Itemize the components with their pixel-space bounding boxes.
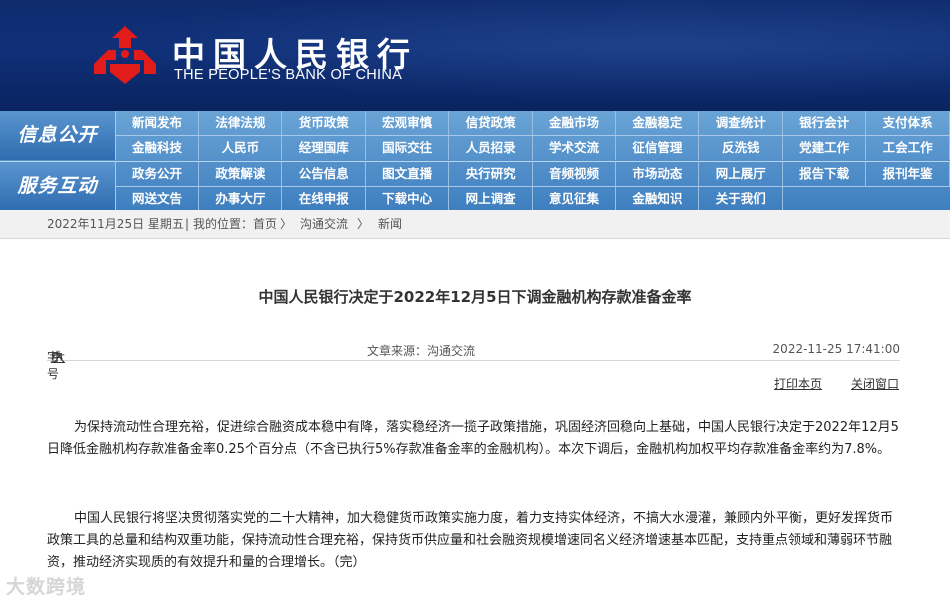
nav-item-info-0[interactable]: 新闻发布 (116, 111, 199, 135)
nav-item-info2-3[interactable]: 国际交往 (366, 136, 450, 160)
nav-item-info2-4[interactable]: 人员招录 (450, 136, 533, 160)
breadcrumb-separator: 〉 (280, 217, 293, 231)
nav-item-svc-0[interactable]: 政务公开 (116, 162, 199, 186)
breadcrumb: 2022年11月25日 星期五 | 我的位置：首页 〉 沟通交流 〉 新闻 (0, 210, 950, 239)
nav-item-svc2-2[interactable]: 在线申报 (283, 187, 366, 211)
nav-item-svc-1[interactable]: 政策解读 (199, 162, 283, 186)
current-date: 2022年11月25日 星期五 (47, 217, 184, 231)
nav-item-info-2[interactable]: 货币政策 (283, 111, 366, 135)
main-navigation: 信息公开 新闻发布 法律法规 货币政策 宏观审慎 信贷政策 金融市场 金融稳定 调查统计 银行会… (0, 111, 950, 211)
nav-item-info2-9[interactable]: 工会工作 (867, 136, 950, 160)
nav-item-svc-7[interactable]: 网上展厅 (700, 162, 783, 186)
nav-item-svc-3[interactable]: 图文直播 (366, 162, 450, 186)
nav-item-info-9[interactable]: 支付体系 (867, 111, 950, 135)
nav-item-info2-8[interactable]: 党建工作 (783, 136, 867, 160)
article-datetime: 2022-11-25 17:41:00 (772, 342, 900, 356)
nav-item-info-6[interactable]: 金融稳定 (616, 111, 700, 135)
breadcrumb-separator: 〉 (357, 217, 370, 231)
nav-item-info-8[interactable]: 银行会计 (783, 111, 867, 135)
nav-item-svc-6[interactable]: 市场动态 (616, 162, 700, 186)
nav-item-info-1[interactable]: 法律法规 (199, 111, 283, 135)
nav-item-info2-1[interactable]: 人民币 (199, 136, 283, 160)
nav-item-svc2-3[interactable]: 下载中心 (366, 187, 450, 211)
nav-item-svc-9[interactable]: 报刊年鉴 (867, 162, 950, 186)
nav-item-svc-4[interactable]: 央行研究 (450, 162, 533, 186)
watermark: 大数跨境 (6, 576, 87, 598)
nav-item-info-7[interactable]: 调查统计 (700, 111, 783, 135)
nav-item-info2-6[interactable]: 征信管理 (616, 136, 700, 160)
breadcrumb-home-link[interactable]: 我的位置：首页 (193, 210, 277, 238)
article-title: 中国人民银行决定于2022年12月5日下调金融机构存款准备金率 (258, 288, 692, 306)
nav-item-info2-5[interactable]: 学术交流 (533, 136, 616, 160)
nav-item-svc2-4[interactable]: 网上调查 (450, 187, 533, 211)
nav-section-service: 服务互动 政务公开 政策解读 公告信息 图文直播 央行研究 音频视频 市场动态 网上展厅 报告下… (0, 161, 950, 211)
nav-item-svc-8[interactable]: 报告下载 (783, 162, 867, 186)
nav-item-svc2-6[interactable]: 金融知识 (616, 187, 700, 211)
article-source: 文章来源：沟通交流 (367, 344, 476, 358)
article-paragraph: 为保持流动性合理充裕，促进综合融资成本稳中有降，落实稳经济一揽子政策措施，巩固经… (47, 420, 899, 457)
font-small-button[interactable]: 小 (51, 348, 63, 365)
site-header: 中国人民银行 THE PEOPLE'S BANK OF CHINA (0, 0, 950, 111)
nav-item-info-3[interactable]: 宏观审慎 (366, 111, 450, 135)
nav-item-svc2-5[interactable]: 意见征集 (533, 187, 616, 211)
nav-item-info2-0[interactable]: 金融科技 (116, 136, 199, 160)
nav-section-info: 信息公开 新闻发布 法律法规 货币政策 宏观审慎 信贷政策 金融市场 金融稳定 调查统计 银行会… (0, 111, 950, 160)
breadcrumb-link-communication[interactable]: 沟通交流 (300, 210, 348, 238)
nav-item-svc-5[interactable]: 音频视频 (533, 162, 616, 186)
nav-section-title: 信息公开 (0, 111, 116, 160)
nav-item-svc2-1[interactable]: 办事大厅 (199, 187, 283, 211)
article-meta: 字号 大 中 小 文章来源：沟通交流 2022-11-25 17:41:00 (47, 336, 900, 381)
nav-item-info-4[interactable]: 信贷政策 (450, 111, 533, 135)
print-page-link[interactable]: 打印本页 (774, 375, 822, 392)
breadcrumb-link-news[interactable]: 新闻 (378, 210, 402, 238)
pboc-logo-icon (94, 26, 156, 84)
nav-item-svc2-7[interactable]: 关于我们 (700, 187, 783, 211)
nav-item-info2-7[interactable]: 反洗钱 (700, 136, 783, 160)
article-area: 中国人民银行决定于2022年12月5日下调金融机构存款准备金率 字号 大 中 小… (0, 252, 950, 603)
article-paragraph: 中国人民银行将坚决贯彻落实党的二十大精神，加大稳健货币政策实施力度，着力支持实体… (47, 511, 894, 570)
brand-name-en: THE PEOPLE'S BANK OF CHINA (174, 67, 403, 83)
nav-item-info2-2[interactable]: 经理国库 (283, 136, 366, 160)
nav-section-title: 服务互动 (0, 162, 116, 211)
nav-item-info-5[interactable]: 金融市场 (533, 111, 616, 135)
nav-item-svc2-0[interactable]: 网送文告 (116, 187, 199, 211)
nav-item-svc-2[interactable]: 公告信息 (283, 162, 366, 186)
close-window-link[interactable]: 关闭窗口 (851, 375, 899, 392)
